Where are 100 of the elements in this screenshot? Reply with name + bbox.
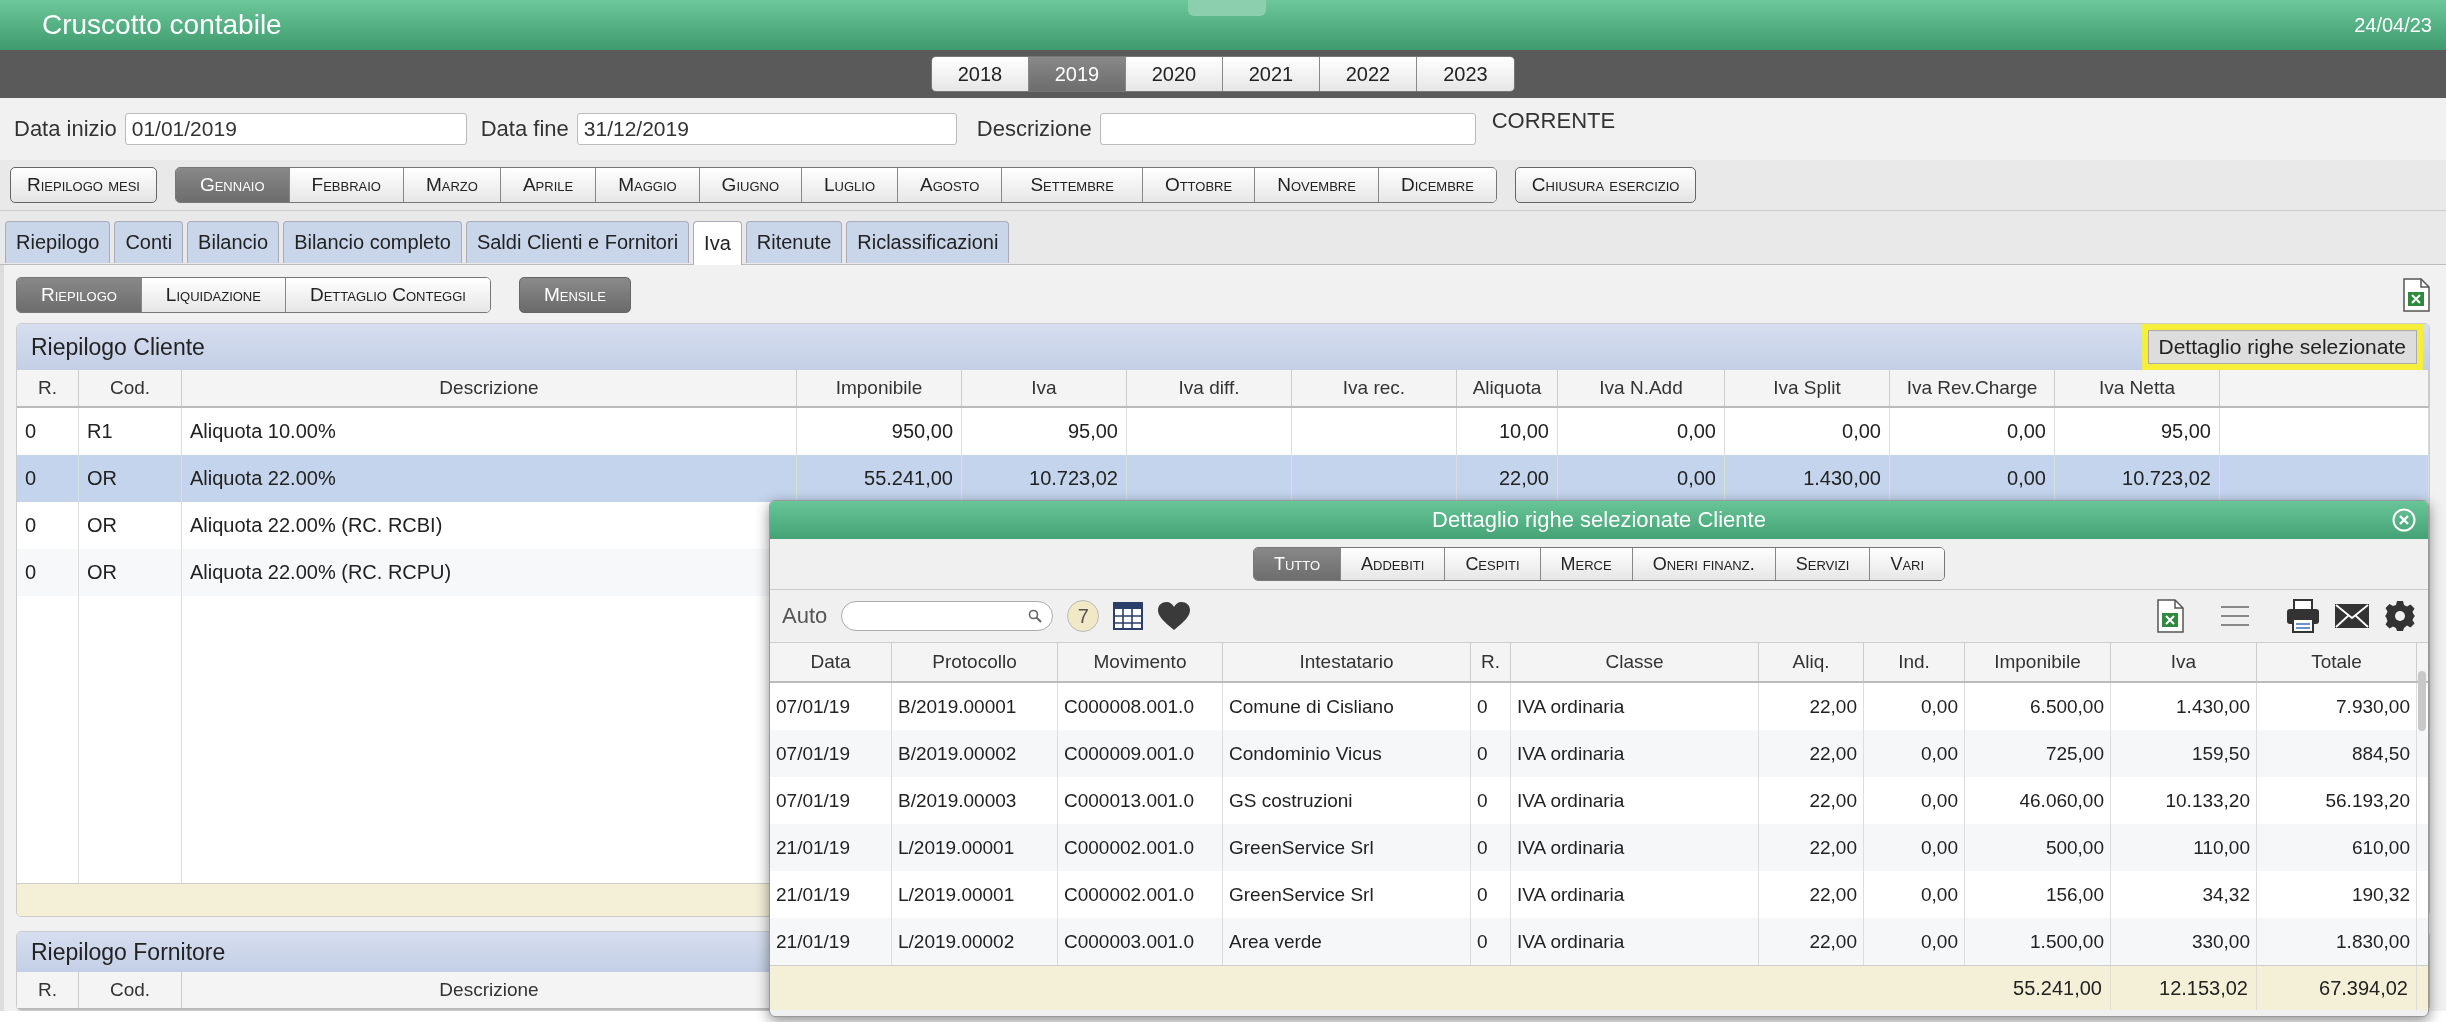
column-header[interactable]: Iva xyxy=(962,370,1127,406)
month-tab[interactable]: Marzo xyxy=(403,168,501,202)
total-cell: 55.241,00 xyxy=(1965,966,2111,1010)
filter-tab[interactable]: Servizi xyxy=(1775,548,1871,580)
year-tab[interactable]: 2023 xyxy=(1417,57,1514,91)
table-row[interactable]: 07/01/19 B/2019.00002 C000009.001.0 Condominio Vicus 0 IVA ordinaria 22,00 0,00 725,00 159,50 884,50 xyxy=(770,730,2428,777)
spreadsheet-icon[interactable] xyxy=(2156,599,2184,633)
column-header[interactable]: Iva Split xyxy=(1725,370,1890,406)
column-header[interactable]: Imponibile xyxy=(1965,643,2111,681)
menu-icon[interactable] xyxy=(2220,604,2250,628)
search-field[interactable] xyxy=(841,601,1054,631)
close-icon[interactable] xyxy=(2392,508,2416,532)
search-icon xyxy=(1028,609,1043,623)
column-header[interactable]: Classe xyxy=(1511,643,1759,681)
column-header[interactable]: R. xyxy=(1471,643,1511,681)
column-header[interactable]: Totale xyxy=(2257,643,2417,681)
filter-tab[interactable]: Oneri finanz. xyxy=(1632,548,1776,580)
total-cell: 67.394,02 xyxy=(2257,966,2417,1010)
column-header[interactable]: Iva rec. xyxy=(1292,370,1457,406)
year-tab[interactable]: 2022 xyxy=(1320,57,1417,91)
month-tab[interactable]: Maggio xyxy=(596,168,700,202)
filter-tab[interactable]: Tutto xyxy=(1253,548,1342,580)
summary-button[interactable]: Riepilogo mesi xyxy=(10,167,157,203)
month-tab[interactable]: Ottobre xyxy=(1142,168,1256,202)
total-cell: 12.153,02 xyxy=(2111,966,2257,1010)
month-tab[interactable]: Novembre xyxy=(1255,168,1379,202)
heart-icon[interactable] xyxy=(1157,601,1192,631)
drag-handle[interactable] xyxy=(1188,0,1266,16)
tab[interactable]: Iva xyxy=(693,221,742,265)
column-header[interactable]: Movimento xyxy=(1058,643,1223,681)
dialog-title: Dettaglio righe selezionate Cliente xyxy=(1432,507,1766,533)
print-icon[interactable] xyxy=(2286,599,2320,633)
window-title: Cruscotto contabile xyxy=(42,9,282,41)
table-row[interactable]: 21/01/19 L/2019.00002 C000003.001.0 Area verde 0 IVA ordinaria 22,00 0,00 1.500,00 330,00 1.830,00 xyxy=(770,918,2428,965)
field-label: Data inizio xyxy=(14,116,117,142)
toggle-button[interactable]: Mensile xyxy=(518,277,631,313)
section-title: Riepilogo Fornitore xyxy=(31,938,226,966)
column-header[interactable]: Imponibile xyxy=(797,370,962,406)
column-header[interactable]: Ind. xyxy=(1864,643,1965,681)
column-header[interactable]: R. xyxy=(17,370,79,406)
tab[interactable]: Bilancio xyxy=(187,221,280,263)
column-header[interactable]: Protocollo xyxy=(892,643,1058,681)
column-header[interactable]: Intestatario xyxy=(1223,643,1471,681)
column-header[interactable]: Cod. xyxy=(79,370,182,406)
tab[interactable]: Saldi Clienti e Fornitori xyxy=(465,221,690,263)
column-header[interactable]: Iva Netta xyxy=(2055,370,2220,406)
column-header[interactable]: Cod. xyxy=(79,972,182,1008)
month-tab[interactable]: Giugno xyxy=(699,168,802,202)
tab[interactable]: Conti xyxy=(114,221,184,263)
sub-tab[interactable]: Riepilogo xyxy=(17,278,142,312)
status-text: CORRENTE xyxy=(1491,108,1616,134)
table-row[interactable]: 21/01/19 L/2019.00001 C000002.001.0 GreenService Srl 0 IVA ordinaria 22,00 0,00 500,00 110,00 610,00 xyxy=(770,824,2428,871)
tab[interactable]: Ritenute xyxy=(745,221,843,263)
year-tab[interactable]: 2019 xyxy=(1029,57,1126,91)
column-header[interactable]: Iva N.Add xyxy=(1558,370,1725,406)
table-row[interactable]: 07/01/19 B/2019.00001 C000008.001.0 Comune di Cisliano 0 IVA ordinaria 22,00 0,00 6.500,00 1.430,00 7.930,00 xyxy=(770,683,2428,730)
sub-tab[interactable]: Dettaglio Conteggi xyxy=(285,278,490,312)
month-tab[interactable]: Febbraio xyxy=(289,168,404,202)
column-header[interactable]: Iva Rev.Charge xyxy=(1890,370,2055,406)
table-row[interactable]: 0 OR Aliquota 22.00% 55.241,00 10.723,02 22,00 0,00 1.430,00 0,00 10.723,02 xyxy=(17,455,2429,502)
table-icon[interactable] xyxy=(1113,602,1144,630)
spreadsheet-icon[interactable] xyxy=(2402,278,2430,312)
year-tab[interactable]: 2018 xyxy=(932,57,1029,91)
field-label: Descrizione xyxy=(976,116,1092,142)
settings-icon[interactable] xyxy=(2384,600,2416,632)
month-tab[interactable]: Aprile xyxy=(500,168,597,202)
table-row[interactable]: 21/01/19 L/2019.00001 C000002.001.0 GreenService Srl 0 IVA ordinaria 22,00 0,00 156,00 34,32 190,32 xyxy=(770,871,2428,918)
month-tab[interactable]: Settembre xyxy=(1002,168,1143,202)
end-date-field[interactable]: 31/12/2019 xyxy=(576,113,957,145)
year-tab[interactable]: 2021 xyxy=(1223,57,1320,91)
column-header[interactable]: Aliquota xyxy=(1457,370,1558,406)
close-year-button[interactable]: Chiusura esercizio xyxy=(1514,167,1697,203)
filter-tab[interactable]: Vari xyxy=(1870,548,1945,580)
table-cell: OR xyxy=(79,549,182,596)
filter-tab[interactable]: Merce xyxy=(1540,548,1633,580)
month-tab[interactable]: Agosto xyxy=(898,168,1003,202)
month-tab[interactable]: Dicembre xyxy=(1378,168,1496,202)
tab[interactable]: Bilancio completo xyxy=(283,221,462,263)
table-cell: 0 xyxy=(17,549,79,596)
start-date-field[interactable]: 01/01/2019 xyxy=(124,113,467,145)
column-header[interactable]: Iva xyxy=(2111,643,2257,681)
column-header[interactable]: Data xyxy=(770,643,892,681)
filter-tab[interactable]: Addebiti xyxy=(1341,548,1446,580)
column-header[interactable]: R. xyxy=(17,972,79,1008)
column-header[interactable]: Descrizione xyxy=(182,370,797,406)
sub-tab[interactable]: Liquidazione xyxy=(141,278,286,312)
month-tab[interactable]: Gennaio xyxy=(175,168,290,202)
column-header[interactable]: Aliq. xyxy=(1759,643,1864,681)
column-header[interactable]: Iva diff. xyxy=(1127,370,1292,406)
year-tab[interactable]: 2020 xyxy=(1126,57,1223,91)
filter-tab[interactable]: Cespiti xyxy=(1445,548,1541,580)
mail-icon[interactable] xyxy=(2334,603,2370,629)
count-badge: 7 xyxy=(1067,600,1100,632)
month-tab[interactable]: Luglio xyxy=(802,168,899,202)
field-label: Data fine xyxy=(480,116,569,142)
scrollbar[interactable] xyxy=(2418,671,2426,731)
tab[interactable]: Riepilogo xyxy=(5,221,111,263)
table-row[interactable]: 07/01/19 B/2019.00003 C000013.001.0 GS costruzioni 0 IVA ordinaria 22,00 0,00 46.060,00 10.133,20 56.193,20 xyxy=(770,777,2428,824)
description-field[interactable] xyxy=(1099,113,1476,145)
tab[interactable]: Riclassificazioni xyxy=(846,221,1010,263)
